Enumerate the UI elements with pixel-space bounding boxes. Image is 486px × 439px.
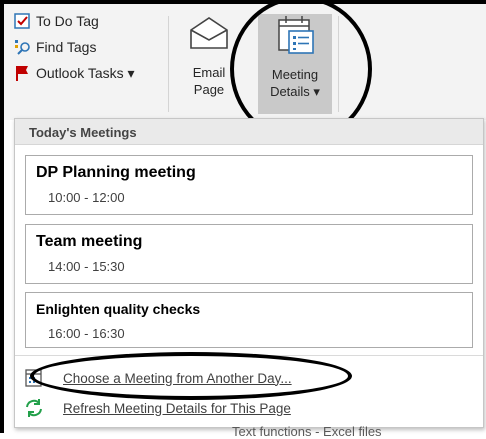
background-peek-text: Text functions - Excel files <box>232 424 382 439</box>
to-do-tag-button[interactable]: To Do Tag <box>14 10 99 32</box>
outlook-tasks-button[interactable]: Outlook Tasks ▾ <box>14 62 135 84</box>
refresh-icon <box>23 398 45 418</box>
email-page-label: Email Page <box>193 64 226 98</box>
meeting-title: Enlighten quality checks <box>36 301 201 317</box>
find-tags-label: Find Tags <box>36 39 97 55</box>
meeting-item[interactable]: Enlighten quality checks 16:00 - 16:30 <box>25 292 473 348</box>
meeting-time: 14:00 - 15:30 <box>48 259 125 274</box>
meeting-item[interactable]: DP Planning meeting 10:00 - 12:00 <box>25 155 473 215</box>
annotation-ellipse <box>30 352 352 400</box>
envelope-icon <box>187 14 231 58</box>
ribbon-separator <box>168 16 169 112</box>
find-tags-button[interactable]: Find Tags <box>14 36 96 58</box>
flag-icon <box>14 64 32 82</box>
refresh-meeting-details-item[interactable]: Refresh Meeting Details for This Page <box>15 395 483 421</box>
todays-meetings-header: Today's Meetings <box>15 119 483 145</box>
email-page-label-line2: Page <box>193 82 225 97</box>
email-page-label-line1: Email <box>192 65 226 80</box>
meeting-title: Team meeting <box>36 233 143 250</box>
meeting-time: 10:00 - 12:00 <box>48 190 125 205</box>
meeting-time: 16:00 - 16:30 <box>48 326 125 341</box>
find-tags-icon <box>14 38 32 56</box>
outlook-tasks-label: Outlook Tasks ▾ <box>36 64 135 81</box>
to-do-tag-label: To Do Tag <box>36 13 99 29</box>
meeting-title: DP Planning meeting <box>36 164 196 181</box>
meeting-item[interactable]: Team meeting 14:00 - 15:30 <box>25 224 473 284</box>
checkbox-icon <box>14 12 32 30</box>
refresh-meeting-details-label: Refresh Meeting Details for This Page <box>63 400 291 416</box>
